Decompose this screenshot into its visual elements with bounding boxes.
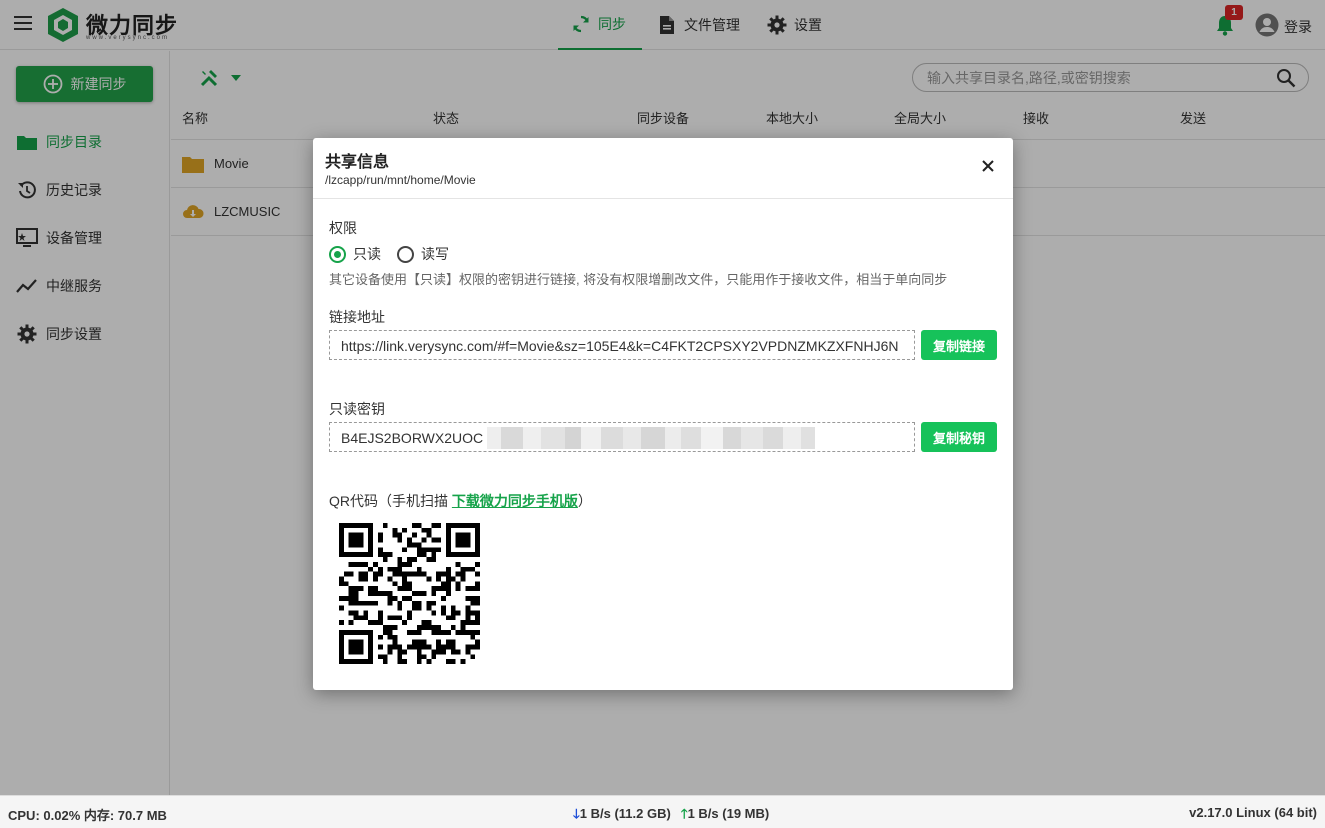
link-label: 链接地址 xyxy=(329,309,385,325)
version-info: v2.17.0 Linux (64 bit) xyxy=(1189,805,1317,820)
download-mobile-link[interactable]: 下载微力同步手机版 xyxy=(452,493,578,509)
download-rate: 🡓1 B/s (11.2 GB) xyxy=(573,806,671,821)
radio-label: 只读 xyxy=(353,246,381,262)
permission-hint: 其它设备使用【只读】权限的密钥进行链接, 将没有权限增删改文件，只能用作于接收文… xyxy=(329,272,948,287)
arrow-down-icon: 🡓 xyxy=(573,806,580,821)
radio-readwrite[interactable]: 读写 xyxy=(397,244,449,264)
status-bar: CPU: 0.02% 内存: 70.7 MB 🡓1 B/s (11.2 GB) … xyxy=(0,795,1325,828)
transfer-rates: 🡓1 B/s (11.2 GB) 🡑1 B/s (19 MB) xyxy=(573,805,769,827)
permission-label: 权限 xyxy=(329,220,357,236)
upload-rate: 🡑1 B/s (19 MB) xyxy=(680,806,770,821)
arrow-up-icon: 🡑 xyxy=(680,806,688,821)
radio-checked-icon xyxy=(329,245,346,263)
qr-label: QR代码（手机扫描 下载微力同步手机版） xyxy=(329,493,592,509)
link-field[interactable]: https://link.verysync.com/#f=Movie&sz=10… xyxy=(329,330,915,360)
dialog-path: /lzcapp/run/mnt/home/Movie xyxy=(325,173,476,187)
copy-key-button[interactable]: 复制秘钥 xyxy=(921,422,997,452)
copy-link-button[interactable]: 复制链接 xyxy=(921,330,997,360)
key-value: B4EJS2BORWX2UOC xyxy=(341,430,484,446)
radio-unchecked-icon xyxy=(397,245,414,263)
qr-code xyxy=(339,523,480,664)
resource-usage: CPU: 0.02% 内存: 70.7 MB xyxy=(8,808,167,823)
key-label: 只读密钥 xyxy=(329,401,385,417)
close-icon[interactable] xyxy=(981,159,995,173)
key-field[interactable]: B4EJS2BORWX2UOC xyxy=(329,422,915,452)
radio-readonly[interactable]: 只读 xyxy=(329,244,381,264)
radio-label: 读写 xyxy=(421,246,449,262)
divider xyxy=(313,198,1013,199)
share-info-dialog: 共享信息 /lzcapp/run/mnt/home/Movie 权限 只读 读写… xyxy=(313,138,1013,690)
redacted-key xyxy=(487,423,877,451)
dialog-title: 共享信息 xyxy=(325,154,390,171)
